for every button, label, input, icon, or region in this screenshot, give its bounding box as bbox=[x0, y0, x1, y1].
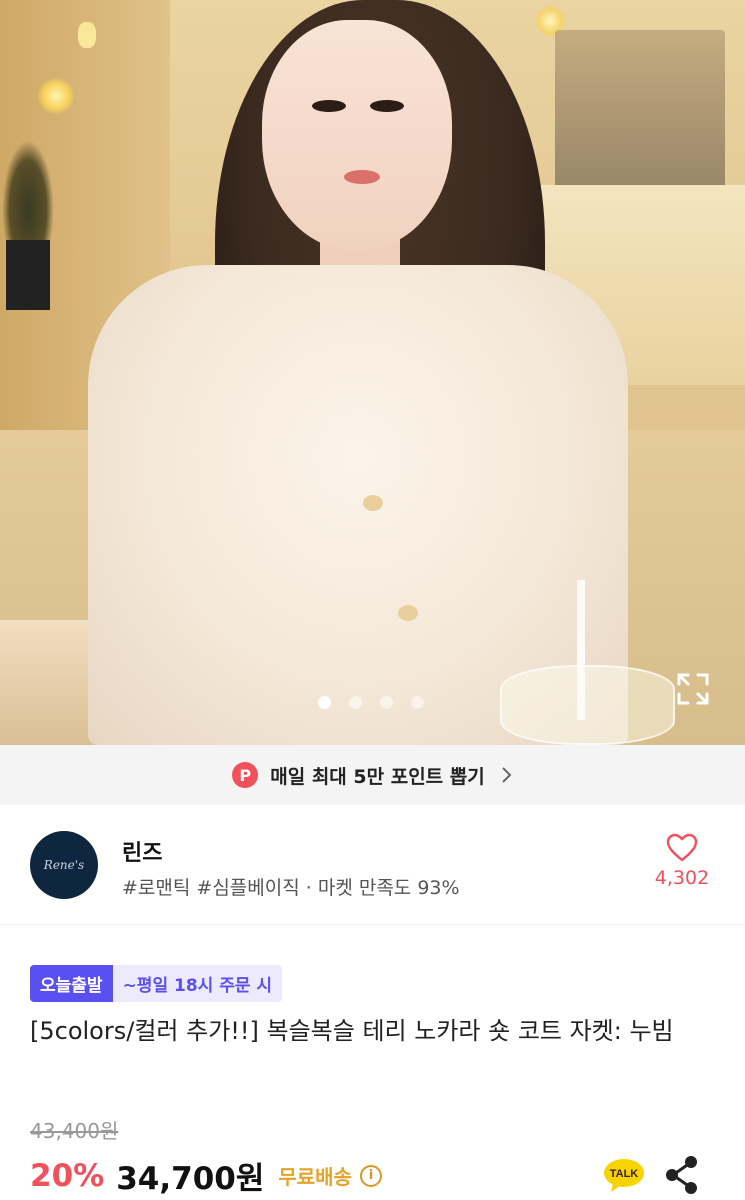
shop-row: Rene's 린즈 #로맨틱 #심플베이직 · 마켓 만족도 93% 4,302 bbox=[0, 805, 745, 925]
product-info: 오늘출발 ~평일 18시 주문 시 [5colors/컬러 추가!!] 복슬복슬… bbox=[0, 925, 745, 1200]
shop-logo[interactable]: Rene's bbox=[30, 831, 98, 899]
like-count: 4,302 bbox=[654, 867, 710, 889]
points-banner[interactable]: P 매일 최대 5만 포인트 뽑기 bbox=[0, 745, 745, 805]
free-shipping-label: 무료배송 bbox=[278, 1165, 352, 1189]
chevron-right-icon bbox=[502, 767, 512, 783]
today-shipping-badge: 오늘출발 bbox=[30, 965, 113, 1002]
kakao-talk-icon[interactable]: TALK bbox=[603, 1157, 645, 1193]
carousel-dots bbox=[318, 696, 424, 709]
shop-logo-text: Rene's bbox=[43, 858, 85, 872]
shop-name[interactable]: 린즈 bbox=[122, 835, 162, 867]
product-title: [5colors/컬러 추가!!] 복슬복슬 테리 노카라 숏 코트 자켓: 누… bbox=[30, 1017, 674, 1045]
order-cutoff-badge: ~평일 18시 주문 시 bbox=[112, 965, 283, 1002]
original-price: 43,400원 bbox=[30, 1119, 119, 1143]
carousel-dot[interactable] bbox=[318, 696, 331, 709]
lamp-light bbox=[78, 22, 96, 48]
carousel-dot[interactable] bbox=[411, 696, 424, 709]
svg-text:TALK: TALK bbox=[610, 1168, 639, 1180]
points-icon: P bbox=[232, 762, 259, 788]
price-row: 20% 34,700원 무료배송 i bbox=[30, 1153, 382, 1198]
glass bbox=[500, 665, 675, 745]
heart-icon bbox=[666, 833, 698, 862]
sale-price: 34,700원 bbox=[116, 1161, 265, 1197]
model-face bbox=[262, 20, 452, 250]
share-icon[interactable] bbox=[664, 1155, 700, 1195]
shop-tags: #로맨틱 #심플베이직 · 마켓 만족도 93% bbox=[122, 877, 460, 899]
carousel-dot[interactable] bbox=[380, 696, 393, 709]
delivery-badge: 오늘출발 ~평일 18시 주문 시 bbox=[30, 965, 283, 1002]
info-icon[interactable]: i bbox=[359, 1164, 382, 1187]
points-banner-text: 매일 최대 5만 포인트 뽑기 bbox=[270, 765, 485, 788]
discount-rate: 20% bbox=[30, 1157, 105, 1194]
carousel-dot[interactable] bbox=[349, 696, 362, 709]
like-button[interactable]: 4,302 bbox=[647, 833, 717, 889]
coffee-machine bbox=[555, 30, 725, 190]
lamp-light bbox=[38, 78, 74, 114]
product-image[interactable] bbox=[0, 0, 745, 745]
expand-icon[interactable] bbox=[676, 672, 710, 706]
plant bbox=[2, 140, 54, 310]
